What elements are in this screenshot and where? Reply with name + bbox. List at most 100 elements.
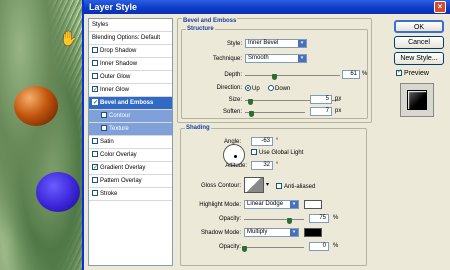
cancel-button[interactable]: Cancel bbox=[394, 36, 444, 49]
radio-down[interactable] bbox=[268, 85, 274, 91]
anti-aliased-toggle[interactable]: Anti-aliased bbox=[276, 183, 315, 190]
shadow-opacity-track bbox=[244, 247, 304, 248]
global-light-checkbox[interactable] bbox=[251, 149, 257, 155]
style-item-label: Contour bbox=[109, 113, 131, 119]
style-item-inner-shadow[interactable]: Inner Shadow bbox=[89, 58, 172, 71]
structure-title: Structure bbox=[186, 26, 215, 32]
radio-up[interactable] bbox=[245, 85, 251, 91]
altitude-input[interactable]: 32 bbox=[251, 161, 273, 170]
highlight-color-swatch[interactable] bbox=[304, 200, 322, 209]
style-item-label: Stroke bbox=[100, 191, 118, 197]
style-checkbox[interactable] bbox=[101, 125, 107, 131]
chevron-down-icon: ▾ bbox=[298, 40, 306, 47]
style-value: Inner Bevel bbox=[248, 40, 279, 46]
highlight-mode-label: Highlight Mode: bbox=[199, 202, 241, 208]
style-item-label: Gradient Overlay bbox=[100, 165, 146, 171]
style-item-color-overlay[interactable]: Color Overlay bbox=[89, 149, 172, 162]
bevel-group: Bevel and Emboss Structure Style: Inner … bbox=[177, 18, 372, 123]
shadow-mode-label: Shadow Mode: bbox=[200, 230, 241, 236]
style-checkbox[interactable] bbox=[92, 73, 98, 79]
depth-input[interactable]: 61 bbox=[342, 70, 360, 79]
soften-slider[interactable] bbox=[249, 111, 254, 117]
style-item-stroke[interactable]: Stroke bbox=[89, 188, 172, 201]
bevel-title: Bevel and Emboss bbox=[182, 18, 238, 24]
styles-list: Styles Blending Options: Default Drop Shad… bbox=[88, 18, 173, 266]
chevron-down-icon[interactable]: ▾ bbox=[266, 181, 269, 188]
preview-checkbox[interactable] bbox=[396, 68, 402, 76]
style-item-contour[interactable]: Contour bbox=[89, 110, 172, 123]
direction-up[interactable]: Up bbox=[245, 85, 260, 92]
style-item-label: Inner Shadow bbox=[100, 61, 138, 67]
shadow-mode-value: Multiply bbox=[247, 229, 268, 235]
style-checkbox[interactable] bbox=[92, 97, 98, 109]
angle-input[interactable]: -63 bbox=[251, 137, 273, 146]
shadow-opacity-label: Opacity: bbox=[218, 244, 241, 250]
style-item-pattern-overlay[interactable]: Pattern Overlay bbox=[89, 175, 172, 188]
size-input[interactable]: 5 bbox=[310, 95, 332, 104]
size-slider[interactable] bbox=[247, 99, 253, 105]
highlight-opacity-unit: % bbox=[333, 215, 339, 221]
anti-aliased-checkbox[interactable] bbox=[276, 183, 282, 189]
gloss-contour-picker[interactable] bbox=[244, 177, 264, 193]
hand-cursor-icon: ✋ bbox=[60, 30, 78, 46]
style-checkbox[interactable] bbox=[92, 190, 98, 196]
orange-ornament bbox=[14, 86, 58, 126]
style-item-blending-options-default[interactable]: Blending Options: Default bbox=[89, 32, 172, 45]
style-item-gradient-overlay[interactable]: Gradient Overlay bbox=[89, 162, 172, 175]
style-item-label: Outer Glow bbox=[100, 74, 131, 80]
style-checkbox[interactable] bbox=[101, 112, 107, 118]
highlight-opacity-slider[interactable] bbox=[287, 218, 292, 224]
dialog-title: Layer Style bbox=[89, 2, 138, 12]
shadow-opacity-slider[interactable] bbox=[242, 246, 247, 252]
style-item-satin[interactable]: Satin bbox=[89, 136, 172, 149]
preview-toggle[interactable]: Preview bbox=[396, 68, 429, 77]
depth-unit: % bbox=[362, 71, 368, 77]
background-image: ✋ bbox=[0, 0, 90, 270]
style-item-inner-glow[interactable]: Inner Glow bbox=[89, 84, 172, 97]
style-checkbox[interactable] bbox=[92, 47, 98, 53]
style-item-label: Drop Shadow bbox=[100, 48, 137, 54]
shadow-opacity-input[interactable]: 0 bbox=[309, 242, 329, 251]
shadow-color-swatch[interactable] bbox=[304, 228, 322, 237]
soften-unit: px bbox=[335, 108, 342, 114]
preview-square bbox=[407, 90, 427, 110]
close-icon[interactable]: × bbox=[434, 1, 446, 13]
depth-slider[interactable] bbox=[271, 74, 277, 80]
highlight-opacity-input[interactable]: 75 bbox=[309, 214, 329, 223]
style-item-label: Texture bbox=[109, 126, 129, 132]
style-checkbox[interactable] bbox=[92, 151, 98, 157]
soften-label: Soften: bbox=[222, 109, 242, 115]
highlight-opacity-label: Opacity: bbox=[218, 216, 241, 222]
dir-up-label: Up bbox=[252, 86, 260, 92]
shadow-mode-select[interactable]: Multiply ▾ bbox=[244, 228, 299, 237]
soften-input[interactable]: 7 bbox=[310, 107, 332, 116]
style-item-texture[interactable]: Texture bbox=[89, 123, 172, 136]
global-light-toggle[interactable]: Use Global Light bbox=[251, 149, 303, 156]
style-item-bevel-and-emboss[interactable]: Bevel and Emboss bbox=[89, 97, 172, 110]
preview-label: Preview bbox=[404, 70, 429, 77]
style-checkbox[interactable] bbox=[92, 177, 98, 183]
style-item-label: Styles bbox=[92, 22, 109, 28]
shadow-opacity-unit: % bbox=[333, 243, 339, 249]
shading-group: Shading Angle: -63 ° Use Global Light Al… bbox=[180, 125, 367, 266]
style-checkbox[interactable] bbox=[92, 84, 98, 96]
angle-unit: ° bbox=[276, 138, 279, 144]
dir-down-label: Down bbox=[275, 86, 291, 92]
style-select[interactable]: Inner Bevel ▾ bbox=[245, 39, 307, 48]
highlight-mode-select[interactable]: Linear Dodge ▾ bbox=[244, 200, 299, 209]
style-item-drop-shadow[interactable]: Drop Shadow bbox=[89, 45, 172, 58]
technique-select[interactable]: Smooth ▾ bbox=[245, 54, 307, 63]
style-item-styles[interactable]: Styles bbox=[89, 19, 172, 32]
style-checkbox[interactable] bbox=[92, 138, 98, 144]
highlight-mode-value: Linear Dodge bbox=[247, 201, 284, 207]
direction-down[interactable]: Down bbox=[268, 85, 290, 92]
chevron-down-icon: ▾ bbox=[290, 229, 298, 236]
ok-button[interactable]: OK bbox=[394, 20, 444, 33]
style-item-label: Pattern Overlay bbox=[100, 178, 142, 184]
preview-thumbnail bbox=[400, 83, 434, 117]
style-checkbox[interactable] bbox=[92, 162, 98, 174]
new-style-button[interactable]: New Style... bbox=[394, 52, 444, 65]
style-item-outer-glow[interactable]: Outer Glow bbox=[89, 71, 172, 84]
style-checkbox[interactable] bbox=[92, 60, 98, 66]
depth-track bbox=[245, 75, 340, 76]
